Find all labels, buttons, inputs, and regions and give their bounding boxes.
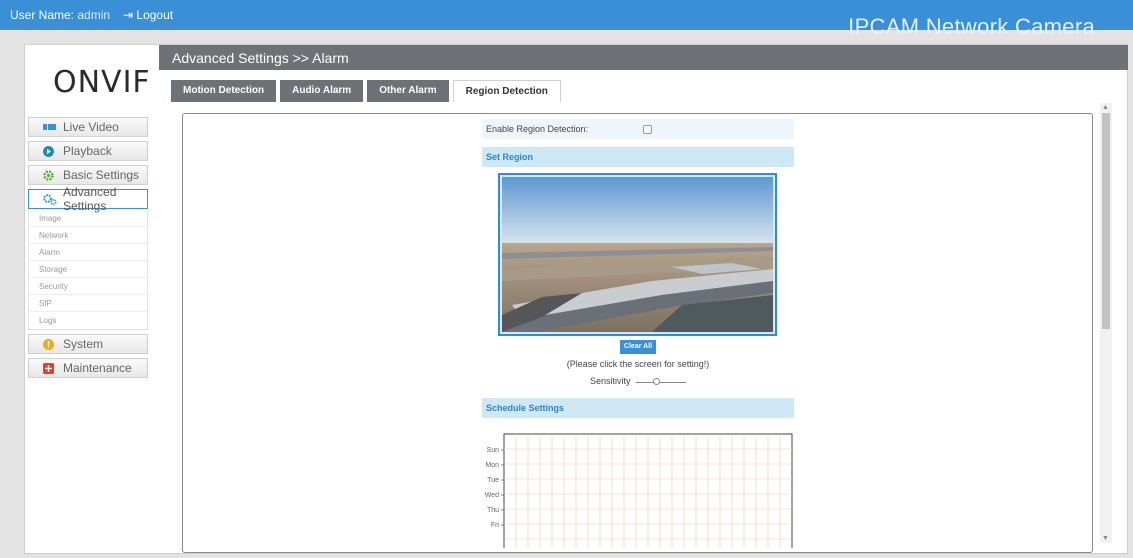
sidebar-item-label: Advanced Settings (63, 185, 117, 213)
plus-icon (43, 362, 57, 374)
enable-label: Enable Region Detection: (486, 124, 589, 134)
sidebar-item-maintenance[interactable]: Maintenance (28, 358, 148, 378)
schedule-settings-header: Schedule Settings (482, 398, 794, 418)
schedule-day-label: Thu (487, 507, 499, 514)
info-icon (43, 338, 57, 350)
submenu-item-sip[interactable]: SIP (29, 295, 147, 312)
logout-icon: ⇥ (123, 8, 134, 22)
slider-track (636, 381, 687, 383)
submenu-item-network[interactable]: Network (29, 227, 147, 244)
tab-region-detection[interactable]: Region Detection (452, 80, 561, 102)
advanced-submenu: Image Network Alarm Storage Security SIP… (28, 210, 148, 330)
clear-all-button[interactable]: Clear All (620, 340, 656, 354)
schedule-day-label: Sun (487, 447, 500, 454)
logo-text: ONVIF (53, 65, 151, 100)
logout-label: Logout (136, 8, 174, 22)
sidebar-item-live-video[interactable]: Live Video (28, 117, 148, 137)
user-name-value: admin (77, 8, 111, 22)
sidebar-item-advanced-settings[interactable]: Advanced Settings (28, 185, 148, 213)
sensitivity-slider[interactable] (636, 377, 687, 386)
sidebar-item-system[interactable]: System (28, 334, 148, 354)
onvif-logo: ONVIF (53, 65, 151, 100)
content-scrollbar[interactable]: ▲ ▼ (1100, 103, 1112, 543)
playback-icon (43, 145, 57, 157)
submenu-item-security[interactable]: Security (29, 278, 147, 295)
schedule-day-label: Wed (485, 492, 499, 499)
content-panel: Enable Region Detection: Set Region Clea… (182, 113, 1093, 553)
schedule-svg: Sun Mon Tue Wed Thu Fri (485, 433, 793, 548)
tab-other-alarm[interactable]: Other Alarm (367, 80, 449, 102)
schedule-day-label: Tue (487, 477, 499, 484)
scroll-up-icon[interactable]: ▲ (1102, 104, 1109, 111)
user-info: User Name: admin (10, 8, 110, 22)
sensitivity-row: Sensitivity (482, 376, 794, 390)
sidebar: ONVIF Live Video Playback Basic Settings (25, 45, 159, 553)
tab-audio-alarm[interactable]: Audio Alarm (280, 80, 364, 102)
main-frame: ONVIF Live Video Playback Basic Settings (24, 44, 1128, 554)
scroll-thumb[interactable] (1102, 113, 1110, 329)
sidebar-menu: Live Video Playback Basic Settings Advan… (28, 117, 148, 382)
sidebar-item-label: Maintenance (63, 361, 132, 375)
sidebar-item-label: Playback (63, 144, 112, 158)
enable-region-checkbox[interactable] (643, 124, 653, 134)
schedule-grid[interactable]: Sun Mon Tue Wed Thu Fri (482, 428, 794, 548)
live-video-icon (43, 123, 57, 131)
slider-knob[interactable] (652, 377, 660, 385)
submenu-item-storage[interactable]: Storage (29, 261, 147, 278)
enable-row: Enable Region Detection: (482, 119, 794, 139)
submenu-item-logs[interactable]: Logs (29, 312, 147, 329)
sidebar-item-label: Live Video (63, 120, 119, 134)
schedule-day-label: Mon (485, 462, 499, 469)
sensitivity-label: Sensitivity (589, 376, 631, 386)
region-detection-form: Enable Region Detection: Set Region Clea… (482, 119, 794, 548)
set-region-header: Set Region (482, 147, 794, 167)
sidebar-item-basic-settings[interactable]: Basic Settings (28, 165, 148, 185)
page-title: Advanced Settings >> Alarm (159, 45, 1128, 70)
tab-motion-detection[interactable]: Motion Detection (171, 80, 277, 102)
sidebar-item-playback[interactable]: Playback (28, 141, 148, 161)
scroll-down-icon[interactable]: ▼ (1102, 535, 1109, 542)
top-bar: User Name: admin ⇥ Logout IPCAM Network … (0, 0, 1133, 39)
gears-icon (43, 193, 57, 205)
logout-link[interactable]: ⇥ Logout (123, 8, 173, 22)
brand-title: IPCAM Network Camera (848, 14, 1095, 39)
user-name-label: User Name: (10, 8, 75, 22)
gear-icon (43, 169, 57, 181)
submenu-item-alarm[interactable]: Alarm (29, 244, 147, 261)
camera-image (502, 177, 773, 332)
schedule-day-label: Fri (491, 522, 500, 529)
sidebar-item-label: Basic Settings (63, 168, 140, 182)
video-preview[interactable] (498, 173, 777, 336)
alarm-tabs: Motion Detection Audio Alarm Other Alarm… (171, 80, 565, 102)
sidebar-item-label: System (63, 337, 104, 351)
region-hint: (Please click the screen for setting!) (566, 359, 710, 369)
